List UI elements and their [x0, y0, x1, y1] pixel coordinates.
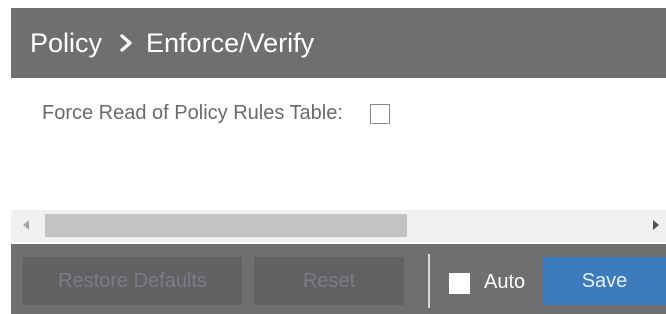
footer-toolbar: Restore Defaults Reset Auto Save [11, 244, 666, 314]
force-read-row: Force Read of Policy Rules Table: [42, 102, 390, 125]
arrow-left-icon[interactable] [23, 220, 29, 230]
breadcrumb-current: Enforce/Verify [146, 27, 315, 58]
breadcrumb: Policy Enforce/Verify [11, 8, 666, 78]
reset-button[interactable]: Reset [254, 257, 404, 305]
save-button[interactable]: Save [543, 257, 666, 305]
auto-checkbox[interactable] [449, 273, 470, 294]
auto-label: Auto [484, 271, 526, 293]
horizontal-scrollbar[interactable] [11, 210, 666, 242]
force-read-checkbox[interactable] [369, 103, 390, 124]
toolbar-divider [428, 254, 430, 308]
breadcrumb-root[interactable]: Policy [30, 28, 102, 59]
chevron-right-icon [119, 33, 133, 53]
policy-panel: Policy Enforce/Verify Force Read of Poli… [0, 0, 666, 314]
arrow-right-icon[interactable] [653, 220, 659, 230]
restore-defaults-button[interactable]: Restore Defaults [23, 257, 242, 305]
force-read-label: Force Read of Policy Rules Table: [42, 102, 343, 124]
form-content: Force Read of Policy Rules Table: [11, 78, 666, 210]
scrollbar-thumb[interactable] [45, 214, 407, 237]
